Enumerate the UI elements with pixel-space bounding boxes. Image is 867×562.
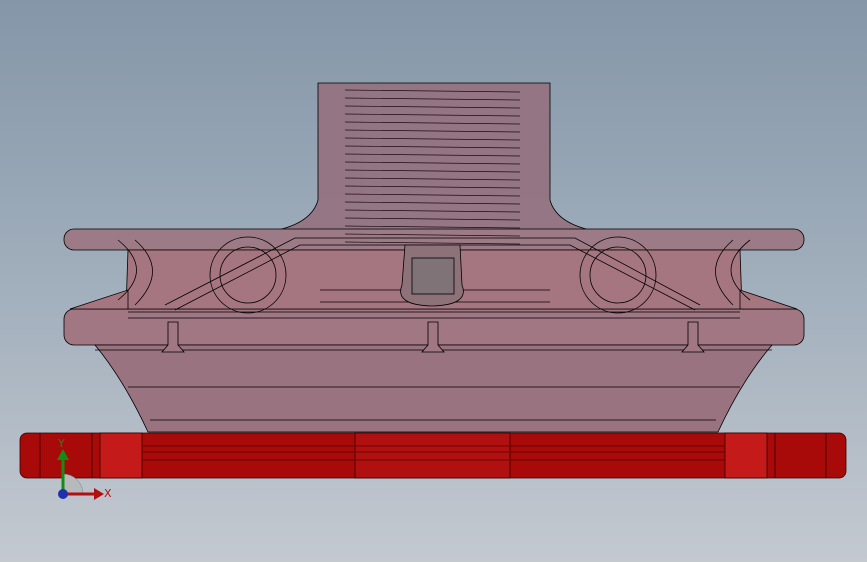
part-body[interactable] — [63, 82, 805, 433]
cad-model[interactable] — [0, 0, 867, 562]
x-axis-label: X — [104, 487, 112, 500]
lower-flare — [94, 344, 773, 433]
axis-triad: Y X — [57, 437, 112, 500]
y-axis-label: Y — [57, 437, 65, 450]
threaded-neck — [277, 82, 591, 231]
upper-flare-right — [739, 289, 798, 310]
3d-viewport[interactable]: Y X — [0, 0, 867, 562]
upper-flare-left — [69, 289, 129, 310]
base-plate[interactable] — [19, 432, 847, 479]
z-axis-dot — [58, 489, 68, 499]
